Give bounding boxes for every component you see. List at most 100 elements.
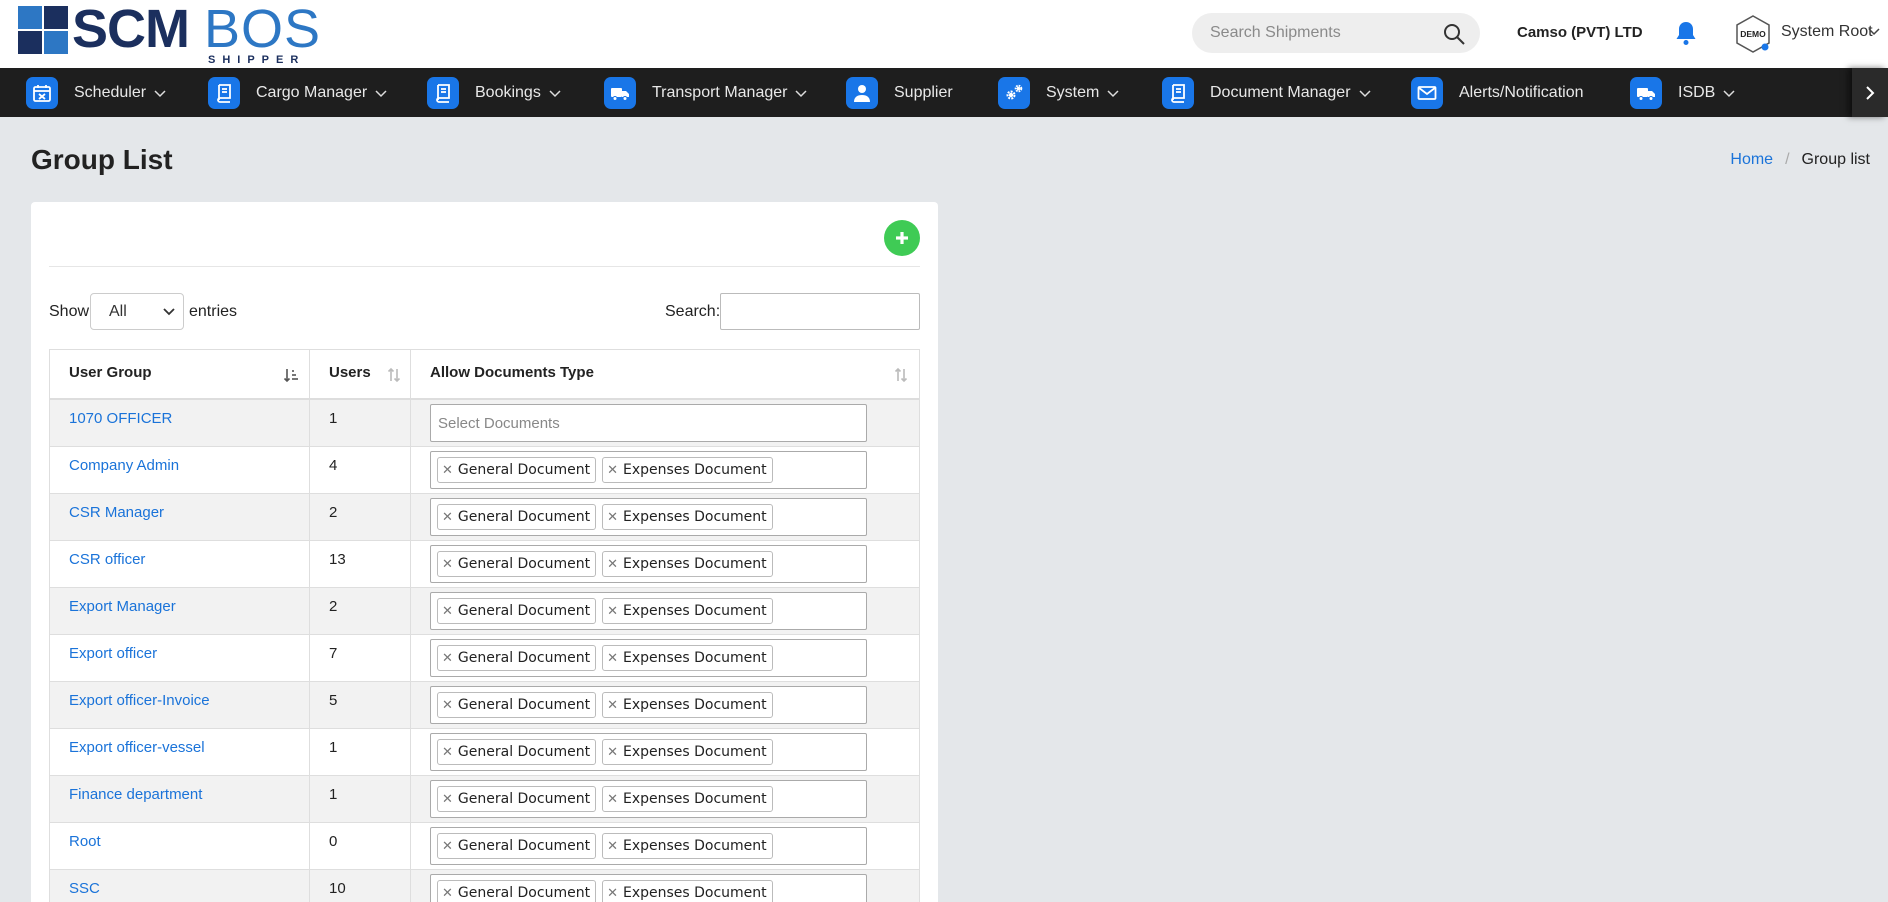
nav-scroll-right-button[interactable] bbox=[1852, 68, 1888, 117]
documents-multiselect[interactable]: ✕ General Document ✕ Expenses Document bbox=[430, 780, 867, 818]
documents-multiselect[interactable]: ✕ General Document ✕ Expenses Document bbox=[430, 639, 867, 677]
search-icon[interactable] bbox=[1442, 22, 1466, 46]
nav-bookings[interactable]: Bookings bbox=[427, 68, 561, 117]
cell-user-group: Export officer-Invoice bbox=[50, 682, 310, 728]
remove-tag-icon[interactable]: ✕ bbox=[607, 510, 618, 525]
entries-per-page-select[interactable]: All bbox=[90, 293, 184, 330]
user-group-link[interactable]: Company Admin bbox=[69, 457, 179, 474]
nav-cargo-manager[interactable]: Cargo Manager bbox=[208, 68, 387, 117]
remove-tag-icon[interactable]: ✕ bbox=[607, 557, 618, 572]
document-tag: ✕ General Document bbox=[437, 739, 597, 765]
remove-tag-icon[interactable]: ✕ bbox=[442, 557, 453, 572]
nav-isdb[interactable]: ISDB bbox=[1630, 68, 1735, 117]
documents-multiselect[interactable]: ✕ General Document ✕ Expenses Document bbox=[430, 545, 867, 583]
document-tag: ✕ Expenses Document bbox=[602, 833, 773, 859]
remove-tag-icon[interactable]: ✕ bbox=[442, 839, 453, 854]
nav-alerts-notification[interactable]: Alerts/Notification bbox=[1411, 68, 1584, 117]
user-avatar[interactable]: DEMO bbox=[1734, 14, 1772, 54]
scm-bos-logo[interactable]: SCM BOS SHIPPER bbox=[18, 0, 328, 66]
remove-tag-icon[interactable]: ✕ bbox=[442, 651, 453, 666]
group-table: User Group Users Allow Documents Type 10… bbox=[49, 349, 920, 902]
remove-tag-icon[interactable]: ✕ bbox=[607, 792, 618, 807]
user-name[interactable]: System Root bbox=[1781, 23, 1873, 41]
nav-scheduler[interactable]: Scheduler bbox=[26, 68, 166, 117]
documents-multiselect[interactable]: ✕ General Document ✕ Expenses Document bbox=[430, 874, 867, 902]
cell-users-count: 0 bbox=[310, 823, 411, 869]
table-row: CSR Manager 2 ✕ General Document ✕ Expenses D… bbox=[50, 494, 919, 541]
table-row: CSR officer 13 ✕ General Document ✕ Expenses … bbox=[50, 541, 919, 588]
column-header-allow-documents-type[interactable]: Allow Documents Type bbox=[411, 350, 919, 398]
user-group-link[interactable]: SSC bbox=[69, 880, 100, 897]
documents-multiselect[interactable]: ✕ General Document ✕ Expenses Document bbox=[430, 686, 867, 724]
user-group-link[interactable]: CSR officer bbox=[69, 551, 145, 568]
remove-tag-icon[interactable]: ✕ bbox=[442, 698, 453, 713]
remove-tag-icon[interactable]: ✕ bbox=[607, 745, 618, 760]
nav-transport-manager[interactable]: Transport Manager bbox=[604, 68, 807, 117]
document-tag-label: General Document bbox=[457, 744, 591, 760]
nav-supplier[interactable]: Supplier bbox=[846, 68, 953, 117]
remove-tag-icon[interactable]: ✕ bbox=[442, 604, 453, 619]
document-tag: ✕ Expenses Document bbox=[602, 739, 773, 765]
document-tag: ✕ Expenses Document bbox=[602, 598, 773, 624]
remove-tag-icon[interactable]: ✕ bbox=[442, 792, 453, 807]
document-tag: ✕ General Document bbox=[437, 880, 597, 902]
user-group-link[interactable]: Export officer-vessel bbox=[69, 739, 205, 756]
document-tag-label: Expenses Document bbox=[622, 885, 767, 901]
user-group-link[interactable]: 1070 OFFICER bbox=[69, 410, 172, 427]
documents-multiselect[interactable]: ✕ General Document ✕ Expenses Document bbox=[430, 592, 867, 630]
cell-user-group: Company Admin bbox=[50, 447, 310, 493]
user-group-link[interactable]: Export officer bbox=[69, 645, 157, 662]
breadcrumb-separator: / bbox=[1785, 151, 1790, 168]
documents-multiselect[interactable]: Select Documents bbox=[430, 404, 867, 442]
user-group-link[interactable]: Export officer-Invoice bbox=[69, 692, 210, 709]
document-tag: ✕ General Document bbox=[437, 833, 597, 859]
table-row: Company Admin 4 ✕ General Document ✕ Expenses… bbox=[50, 447, 919, 494]
user-group-link[interactable]: Finance department bbox=[69, 786, 202, 803]
user-group-link[interactable]: Root bbox=[69, 833, 101, 850]
cell-allow-documents: ✕ General Document ✕ Expenses Document bbox=[411, 823, 919, 869]
remove-tag-icon[interactable]: ✕ bbox=[607, 839, 618, 854]
documents-multiselect[interactable]: ✕ General Document ✕ Expenses Document bbox=[430, 498, 867, 536]
table-body: 1070 OFFICER 1 Select Documents Company Adm… bbox=[50, 400, 919, 902]
remove-tag-icon[interactable]: ✕ bbox=[442, 463, 453, 478]
shipment-search bbox=[1192, 13, 1480, 53]
column-header-label: Users bbox=[329, 364, 371, 381]
documents-multiselect[interactable]: ✕ General Document ✕ Expenses Document bbox=[430, 733, 867, 771]
column-header-user-group[interactable]: User Group bbox=[50, 350, 310, 398]
chevron-down-icon bbox=[795, 89, 807, 97]
chevron-down-icon bbox=[163, 308, 175, 316]
remove-tag-icon[interactable]: ✕ bbox=[442, 745, 453, 760]
company-name[interactable]: Camso (PVT) LTD bbox=[1517, 24, 1643, 41]
remove-tag-icon[interactable]: ✕ bbox=[607, 886, 618, 901]
remove-tag-icon[interactable]: ✕ bbox=[442, 886, 453, 901]
nav-system[interactable]: System bbox=[998, 68, 1119, 117]
cell-users-count: 1 bbox=[310, 729, 411, 775]
bell-icon[interactable] bbox=[1674, 20, 1698, 46]
book-icon bbox=[208, 76, 240, 109]
cell-user-group: CSR Manager bbox=[50, 494, 310, 540]
chevron-down-icon[interactable] bbox=[1868, 27, 1880, 37]
documents-multiselect[interactable]: ✕ General Document ✕ Expenses Document bbox=[430, 827, 867, 865]
cell-allow-documents: Select Documents bbox=[411, 400, 919, 446]
user-group-link[interactable]: CSR Manager bbox=[69, 504, 164, 521]
remove-tag-icon[interactable]: ✕ bbox=[607, 604, 618, 619]
document-tag-label: Expenses Document bbox=[622, 556, 767, 572]
cell-allow-documents: ✕ General Document ✕ Expenses Document bbox=[411, 776, 919, 822]
remove-tag-icon[interactable]: ✕ bbox=[442, 510, 453, 525]
remove-tag-icon[interactable]: ✕ bbox=[607, 698, 618, 713]
documents-multiselect[interactable]: ✕ General Document ✕ Expenses Document bbox=[430, 451, 867, 489]
page-title: Group List bbox=[31, 144, 173, 175]
shipment-search-input[interactable] bbox=[1210, 13, 1430, 53]
nav-document-manager[interactable]: Document Manager bbox=[1162, 68, 1371, 117]
book-icon bbox=[1162, 76, 1194, 109]
column-header-users[interactable]: Users bbox=[310, 350, 411, 398]
remove-tag-icon[interactable]: ✕ bbox=[607, 651, 618, 666]
remove-tag-icon[interactable]: ✕ bbox=[607, 463, 618, 478]
document-tag: ✕ Expenses Document bbox=[602, 457, 773, 483]
breadcrumb-home-link[interactable]: Home bbox=[1730, 151, 1773, 169]
table-search-input[interactable] bbox=[720, 293, 920, 330]
add-group-button[interactable] bbox=[884, 220, 920, 256]
document-tag-label: Expenses Document bbox=[622, 697, 767, 713]
cell-user-group: Root bbox=[50, 823, 310, 869]
user-group-link[interactable]: Export Manager bbox=[69, 598, 176, 615]
